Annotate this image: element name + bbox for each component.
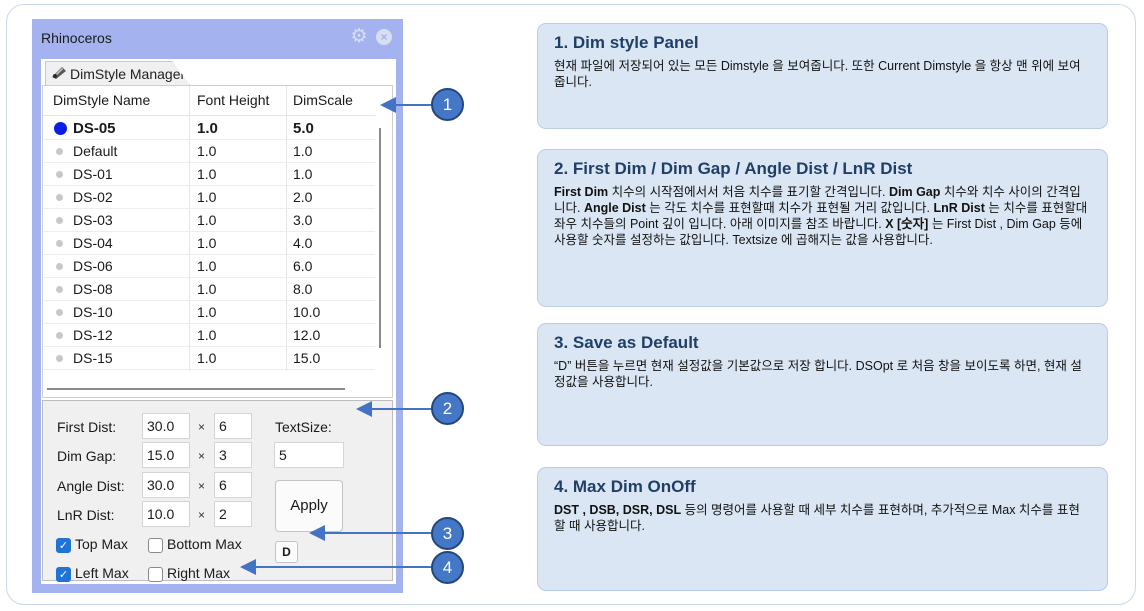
card-title: 4. Max Dim OnOff [554,477,696,496]
card-title: 2. First Dim / Dim Gap / Angle Dist / Ln… [554,159,913,178]
card-body: First Dim 치수의 시작점에서서 처음 치수를 표기할 간격입니다. D… [554,185,1088,247]
callout-badge-3: 3 [431,517,464,550]
callout-badge-2: 2 [431,392,464,425]
callout-badge-4: 4 [431,551,464,584]
info-card-max-dim-onoff: 4. Max Dim OnOff DST , DSB, DSR, DSL 등의 … [537,467,1108,591]
card-body: DST , DSB, DSR, DSL 등의 명령어를 사용할 때 세부 치수를… [554,503,1080,533]
info-card-dist-settings: 2. First Dim / Dim Gap / Angle Dist / Ln… [537,149,1108,307]
card-body: 현재 파일에 저장되어 있는 모든 Dimstyle 을 보여줍니다. 또한 C… [554,59,1081,89]
card-title: 1. Dim style Panel [554,33,699,52]
callout-badge-1: 1 [431,88,464,121]
info-card-dim-style-panel: 1. Dim style Panel 현재 파일에 저장되어 있는 모든 Dim… [537,23,1108,129]
card-body: “D” 버튼을 누르면 현재 설정값을 기본값으로 저장 합니다. DSOpt … [554,359,1082,389]
card-title: 3. Save as Default [554,333,699,352]
info-card-save-as-default: 3. Save as Default “D” 버튼을 누르면 현재 설정값을 기… [537,323,1108,446]
